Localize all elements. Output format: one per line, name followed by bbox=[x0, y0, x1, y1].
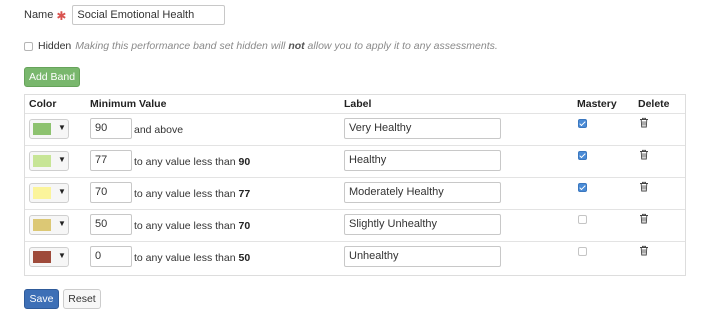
min-value-text-pre: to any value less than bbox=[134, 156, 239, 168]
trash-icon[interactable] bbox=[639, 117, 649, 128]
mastery-checkbox[interactable] bbox=[578, 151, 587, 160]
hidden-label: Hidden bbox=[38, 40, 72, 52]
min-value-text-bold: 70 bbox=[238, 220, 251, 232]
chevron-down-icon: ▼ bbox=[58, 155, 66, 164]
name-input[interactable] bbox=[72, 5, 226, 25]
min-value-text-pre: to any value less than bbox=[134, 188, 239, 200]
hidden-note-bold: not bbox=[288, 40, 305, 52]
mastery-checkbox[interactable] bbox=[578, 183, 587, 192]
performance-band-form: Name ✱ Hidden Making this performance ba… bbox=[0, 0, 704, 317]
bands-table: Color Minimum Value Label Mastery Delete… bbox=[24, 94, 686, 276]
min-value-text: to any value less than 70 bbox=[134, 220, 250, 232]
table-row: ▼ 0 to any value less than 50 Unhealthy bbox=[25, 241, 685, 273]
min-value-text-pre: and above bbox=[134, 124, 184, 136]
min-value-text-bold: 77 bbox=[238, 188, 251, 200]
label-input[interactable]: Slightly Unhealthy bbox=[344, 214, 501, 235]
color-swatch bbox=[33, 219, 51, 231]
color-picker-button[interactable]: ▼ bbox=[29, 215, 69, 235]
header-min-value: Minimum Value bbox=[90, 98, 167, 110]
color-swatch bbox=[33, 187, 51, 199]
color-swatch bbox=[33, 155, 51, 167]
mastery-checkbox[interactable] bbox=[578, 119, 587, 128]
hidden-note-pre: Making this performance band set hidden … bbox=[75, 40, 289, 52]
table-row: ▼ 70 to any value less than 77 Moderatel… bbox=[25, 177, 685, 209]
color-picker-button[interactable]: ▼ bbox=[29, 151, 69, 171]
header-label: Label bbox=[344, 98, 372, 110]
min-value-text-pre: to any value less than bbox=[134, 252, 239, 264]
min-value-text: to any value less than 50 bbox=[134, 252, 250, 264]
trash-icon[interactable] bbox=[639, 149, 649, 160]
hidden-checkbox[interactable] bbox=[24, 41, 33, 51]
hidden-note-post: allow you to apply it to any assessments… bbox=[304, 40, 498, 52]
min-value-input[interactable]: 90 bbox=[90, 118, 132, 139]
hidden-note: Making this performance band set hidden … bbox=[75, 40, 498, 52]
min-value-text-pre: to any value less than bbox=[134, 220, 239, 232]
label-input[interactable]: Moderately Healthy bbox=[344, 182, 501, 203]
chevron-down-icon: ▼ bbox=[58, 187, 66, 196]
min-value-input[interactable]: 77 bbox=[90, 150, 132, 171]
table-header: Color Minimum Value Label Mastery Delete bbox=[25, 95, 685, 113]
min-value-input[interactable]: 0 bbox=[90, 246, 132, 267]
trash-icon[interactable] bbox=[639, 181, 649, 192]
required-icon: ✱ bbox=[56, 9, 67, 23]
min-value-text: and above bbox=[134, 124, 183, 136]
save-button[interactable]: Save bbox=[24, 289, 59, 309]
chevron-down-icon: ▼ bbox=[58, 251, 66, 260]
chevron-down-icon: ▼ bbox=[58, 123, 66, 132]
name-label: Name bbox=[24, 9, 54, 21]
reset-button[interactable]: Reset bbox=[63, 289, 101, 309]
trash-icon[interactable] bbox=[639, 213, 649, 224]
chevron-down-icon: ▼ bbox=[58, 219, 66, 228]
mastery-checkbox[interactable] bbox=[578, 247, 587, 256]
color-picker-button[interactable]: ▼ bbox=[29, 183, 69, 203]
min-value-input[interactable]: 50 bbox=[90, 214, 132, 235]
color-picker-button[interactable]: ▼ bbox=[29, 119, 69, 139]
trash-icon[interactable] bbox=[639, 245, 649, 256]
table-row: ▼ 50 to any value less than 70 Slightly … bbox=[25, 209, 685, 241]
table-row: ▼ 90 and above Very Healthy bbox=[25, 113, 685, 145]
label-input[interactable]: Unhealthy bbox=[344, 246, 501, 267]
name-row: Name ✱ bbox=[24, 4, 226, 26]
header-mastery: Mastery bbox=[577, 98, 617, 110]
min-value-input[interactable]: 70 bbox=[90, 182, 132, 203]
min-value-text-bold: 90 bbox=[238, 156, 251, 168]
min-value-text-bold: 50 bbox=[238, 252, 251, 264]
min-value-text: to any value less than 77 bbox=[134, 188, 250, 200]
mastery-checkbox[interactable] bbox=[578, 215, 587, 224]
color-swatch bbox=[33, 251, 51, 263]
color-picker-button[interactable]: ▼ bbox=[29, 247, 69, 267]
header-color: Color bbox=[29, 98, 57, 110]
color-swatch bbox=[33, 123, 51, 135]
hidden-row: Hidden Making this performance band set … bbox=[24, 40, 498, 52]
min-value-text: to any value less than 90 bbox=[134, 156, 250, 168]
table-row: ▼ 77 to any value less than 90 Healthy bbox=[25, 145, 685, 177]
label-input[interactable]: Very Healthy bbox=[344, 118, 501, 139]
add-band-button[interactable]: Add Band bbox=[24, 67, 80, 87]
label-input[interactable]: Healthy bbox=[344, 150, 501, 171]
header-delete: Delete bbox=[638, 98, 670, 110]
